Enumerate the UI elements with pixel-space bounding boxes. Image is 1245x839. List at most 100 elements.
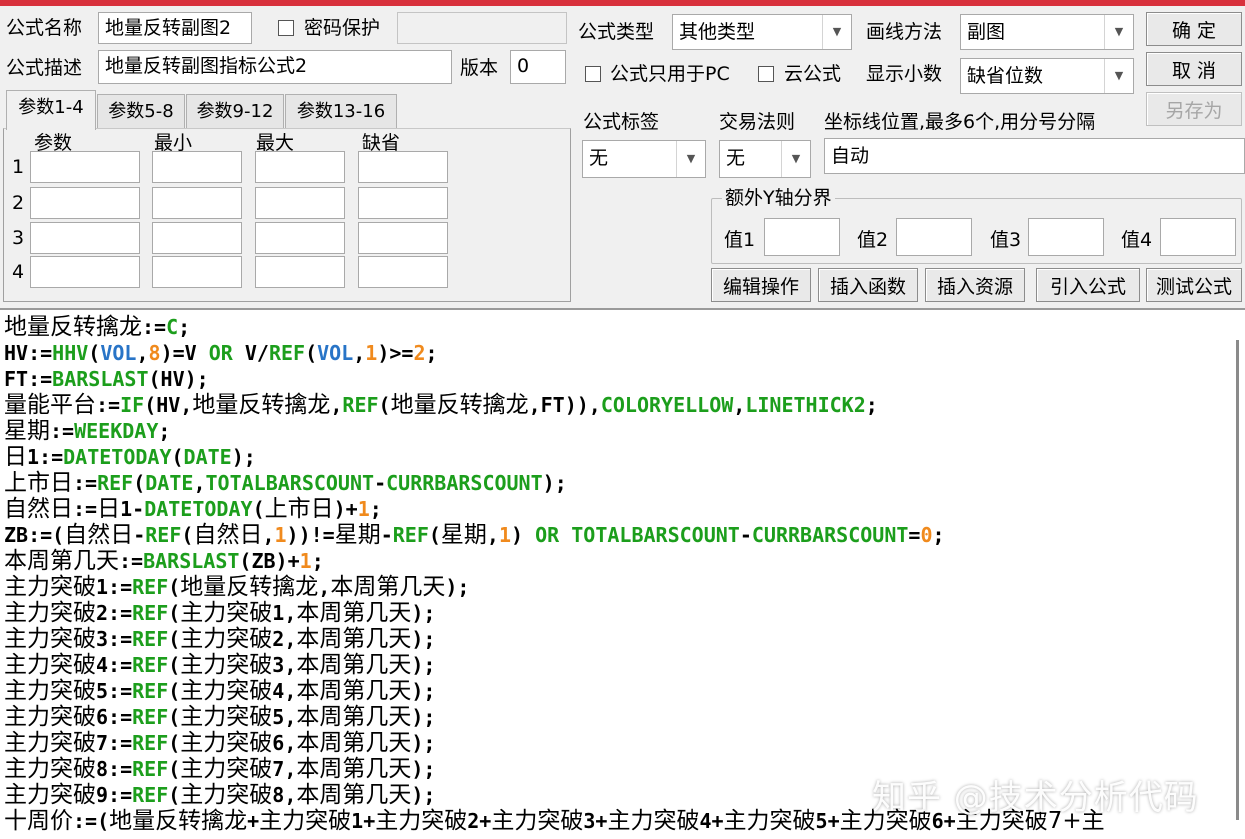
code-token: DATE (145, 471, 194, 495)
formula-desc-input[interactable]: 地量反转副图指标公式2 (98, 50, 452, 84)
param-default-input[interactable] (358, 256, 448, 288)
code-token: ); (231, 445, 256, 469)
row-number: 3 (12, 227, 25, 249)
code-editor[interactable]: 地量反转擒龙:=C; HV:=HHV(VOL,8)=V OR V/REF(VOL,… (0, 308, 1245, 839)
code-token: - (739, 523, 752, 547)
password-label: 密码保护 (304, 17, 381, 39)
param-default-input[interactable] (358, 222, 448, 254)
code-token: 主力突破 (180, 730, 273, 756)
code-token: 日 (97, 496, 121, 522)
param-min-input[interactable] (152, 187, 242, 219)
code-line: 主力突破6:=REF(主力突破5,本周第几天); (4, 704, 1105, 730)
chevron-down-icon: ▼ (1104, 15, 1133, 49)
param-name-input[interactable] (30, 222, 140, 254)
code-token: 2+ (467, 809, 492, 833)
formula-type-select[interactable]: 其他类型 ▼ (672, 14, 852, 50)
code-token: 1- (120, 497, 145, 521)
trade-rule-select[interactable]: 无 ▼ (719, 140, 811, 178)
code-token: 主力突破 (4, 730, 96, 756)
draw-method-value: 副图 (967, 21, 1006, 43)
editor-scrollbar[interactable] (1236, 340, 1239, 820)
code-token: 地量反转擒龙 (192, 392, 331, 418)
chevron-down-icon: ▼ (822, 15, 851, 49)
code-token: 日 (4, 444, 27, 470)
code-token: 主力突破 (4, 652, 96, 678)
param-default-input[interactable] (358, 187, 448, 219)
password-checkbox[interactable] (278, 20, 294, 36)
formula-tag-select[interactable]: 无 ▼ (582, 140, 706, 178)
formula-type-label: 公式类型 (578, 21, 655, 43)
insert-function-button[interactable]: 插入函数 (818, 268, 918, 302)
tab-params-1-4[interactable]: 参数1-4 (6, 90, 96, 130)
param-max-input[interactable] (255, 222, 345, 254)
code-token: 4+ (699, 809, 724, 833)
code-token: 5+ (815, 809, 840, 833)
tab-params-9-12[interactable]: 参数9-12 (186, 94, 284, 129)
code-token: DATE (183, 445, 232, 469)
code-line: 主力突破7:=REF(主力突破6,本周第几天); (4, 730, 1105, 756)
insert-resource-button[interactable]: 插入资源 (925, 268, 1025, 302)
row-number: 4 (12, 261, 25, 283)
y-value-3-input[interactable] (1028, 218, 1104, 256)
code-token: ; (932, 523, 945, 547)
password-input[interactable] (397, 12, 567, 44)
code-token: 主力突破 (4, 756, 96, 782)
code-token: :=( (73, 809, 110, 833)
code-token: ); (411, 731, 436, 755)
code-token: )>= (377, 341, 414, 365)
code-token: ( (168, 679, 181, 703)
pc-only-checkbox[interactable] (585, 66, 601, 82)
param-max-input[interactable] (255, 256, 345, 288)
decimals-select[interactable]: 缺省位数 ▼ (960, 58, 1134, 94)
code-token: 本周第几天 (296, 756, 412, 782)
code-token: BARSLAST (52, 367, 149, 391)
version-input[interactable]: 0 (510, 50, 566, 84)
version-label: 版本 (460, 57, 499, 79)
ok-button[interactable]: 确 定 (1146, 12, 1242, 46)
code-token: ,FT)), (528, 393, 601, 417)
cloud-formula-checkbox[interactable] (758, 66, 774, 82)
code-token: , (136, 341, 149, 365)
param-min-input[interactable] (152, 151, 242, 183)
code-token: ( (88, 341, 101, 365)
row-number: 1 (12, 156, 25, 178)
axis-position-input[interactable]: 自动 (824, 138, 1245, 174)
code-token: ( (252, 497, 265, 521)
code-token: 6:= (96, 705, 133, 729)
code-token: 5:= (96, 679, 133, 703)
code-token: 星期 (334, 522, 381, 548)
code-token: 8, (272, 783, 297, 807)
param-min-input[interactable] (152, 222, 242, 254)
tab-params-13-16[interactable]: 参数13-16 (285, 94, 397, 129)
code-token: REF (342, 393, 379, 417)
code-token: 1 (498, 523, 512, 547)
y-value-4-input[interactable] (1160, 218, 1236, 256)
code-token: := (73, 497, 98, 521)
y-value-2-input[interactable] (896, 218, 972, 256)
tab-params-5-8[interactable]: 参数5-8 (97, 94, 185, 129)
code-token: , (262, 523, 275, 547)
param-name-input[interactable] (30, 151, 140, 183)
draw-method-select[interactable]: 副图 ▼ (960, 14, 1134, 50)
code-token: := (119, 549, 144, 573)
edit-operation-button[interactable]: 编辑操作 (711, 268, 811, 302)
param-name-input[interactable] (30, 187, 140, 219)
code-token: 自然日 (64, 522, 134, 548)
code-token: ( (168, 627, 181, 651)
save-as-button[interactable]: 另存为 (1146, 92, 1242, 126)
formula-name-input[interactable]: 地量反转副图2 (98, 12, 252, 44)
code-token: 主力突破 (4, 626, 96, 652)
import-formula-button[interactable]: 引入公式 (1036, 268, 1140, 302)
code-line: 星期:=WEEKDAY; (4, 418, 1105, 444)
y-value-1-input[interactable] (764, 218, 840, 256)
code-token: 3+ (583, 809, 608, 833)
param-max-input[interactable] (255, 187, 345, 219)
cancel-button[interactable]: 取 消 (1146, 52, 1242, 86)
param-name-input[interactable] (30, 256, 140, 288)
param-min-input[interactable] (152, 256, 242, 288)
code-token: ); (411, 627, 436, 651)
code-token: 8 (148, 341, 161, 365)
test-formula-button[interactable]: 测试公式 (1146, 268, 1242, 302)
param-max-input[interactable] (255, 151, 345, 183)
param-default-input[interactable] (358, 151, 448, 183)
